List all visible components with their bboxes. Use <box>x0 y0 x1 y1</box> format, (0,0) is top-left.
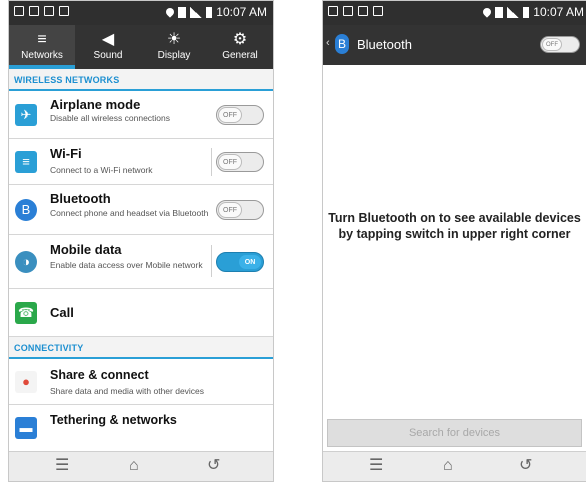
tab-label: Display <box>157 50 191 61</box>
setting-title: Wi-Fi <box>50 146 82 161</box>
toggle-state: OFF <box>218 154 242 170</box>
signal-icon <box>507 6 520 18</box>
signal-icon <box>190 6 203 18</box>
setting-subtitle: Connect phone and headset via Bluetooth <box>50 208 209 218</box>
gear-icon: ⚙ <box>232 31 248 48</box>
notification-icon <box>44 6 54 16</box>
page-title: Bluetooth <box>357 37 412 52</box>
tab-display[interactable]: ☀ Display <box>141 25 207 69</box>
mobile-data-icon: ◑ <box>15 251 37 273</box>
home-icon[interactable]: ⌂ <box>129 458 139 474</box>
divider <box>211 245 212 277</box>
bluetooth-off-message: Turn Bluetooth on to see available devic… <box>328 211 581 241</box>
status-bar: 10:07 AM <box>9 1 273 25</box>
tab-sound[interactable]: ◀ Sound <box>75 25 141 69</box>
bluetooth-icon: B <box>15 199 37 221</box>
app-bar: ‹ B Bluetooth OFF <box>323 25 586 65</box>
notification-icon <box>373 6 383 16</box>
back-icon[interactable]: ↺ <box>519 458 532 474</box>
notification-icon <box>343 6 353 16</box>
setting-subtitle: Enable data access over Mobile network <box>50 260 203 270</box>
wifi-icon: ≡ <box>37 31 47 48</box>
airplane-mode-toggle[interactable]: OFF <box>216 105 264 125</box>
chevron-left-icon[interactable]: ‹ <box>326 37 330 49</box>
setting-title: Call <box>50 305 74 320</box>
location-icon <box>481 6 493 18</box>
search-devices-button[interactable]: Search for devices <box>327 419 582 447</box>
settings-tab-bar: ≡ Networks ◀ Sound ☀ Display ⚙ General <box>9 25 273 69</box>
toggle-state: OFF <box>218 107 242 123</box>
nav-bar: ☰ ⌂ ↺ <box>323 451 586 481</box>
notification-icon <box>29 6 39 16</box>
menu-icon[interactable]: ☰ <box>55 458 69 474</box>
setting-title: Tethering & networks <box>50 413 177 427</box>
notification-icon <box>14 6 24 16</box>
brightness-icon: ☀ <box>166 31 182 48</box>
toggle-state: OFF <box>218 202 242 218</box>
data-icon <box>178 6 187 18</box>
tethering-icon: ▬ <box>15 417 37 439</box>
bluetooth-master-toggle[interactable]: OFF <box>540 36 580 53</box>
tab-label: Networks <box>21 50 63 61</box>
airplane-icon: ✈ <box>15 104 37 126</box>
section-header-connectivity: CONNECTIVITY <box>9 337 273 359</box>
mobile-data-toggle[interactable]: ON <box>216 252 264 272</box>
setting-call[interactable]: ☎ Call <box>9 289 273 337</box>
notification-icon <box>59 6 69 16</box>
bluetooth-icon: B <box>335 34 349 54</box>
setting-title: Airplane mode <box>50 97 141 112</box>
status-bar: 10:07 AM <box>323 1 586 25</box>
section-header-wireless: WIRELESS NETWORKS <box>9 69 273 91</box>
setting-bluetooth[interactable]: B Bluetooth Connect phone and headset vi… <box>9 185 273 235</box>
tab-label: Sound <box>93 50 123 61</box>
toggle-state: OFF <box>542 38 562 51</box>
speaker-icon: ◀ <box>101 31 115 48</box>
tab-general[interactable]: ⚙ General <box>207 25 273 69</box>
notification-icon <box>328 6 338 16</box>
tab-networks[interactable]: ≡ Networks <box>9 25 75 69</box>
toggle-state: ON <box>238 254 262 270</box>
nav-bar: ☰ ⌂ ↺ <box>9 451 273 481</box>
setting-subtitle: Disable all wireless connections <box>50 113 171 123</box>
setting-share-connect[interactable]: ● Share & connect Share data and media w… <box>9 359 273 405</box>
home-icon[interactable]: ⌂ <box>443 458 453 474</box>
notification-icon <box>358 6 368 16</box>
setting-subtitle: Connect to a Wi-Fi network <box>50 165 153 175</box>
battery-icon <box>206 6 213 18</box>
setting-mobile-data[interactable]: ◑ Mobile data Enable data access over Mo… <box>9 235 273 289</box>
setting-title: Mobile data <box>50 242 122 257</box>
tab-label: General <box>222 50 258 61</box>
setting-wifi[interactable]: ≡ Wi-Fi Connect to a Wi-Fi network OFF <box>9 139 273 185</box>
status-time: 10:07 AM <box>216 5 267 19</box>
data-icon <box>495 6 504 18</box>
wifi-toggle[interactable]: OFF <box>216 152 264 172</box>
share-icon: ● <box>15 371 37 393</box>
setting-title: Bluetooth <box>50 191 111 206</box>
divider <box>211 148 212 176</box>
battery-icon <box>523 6 530 18</box>
settings-screen: 10:07 AM ≡ Networks ◀ Sound ☀ Display ⚙ … <box>8 0 274 482</box>
bluetooth-toggle[interactable]: OFF <box>216 200 264 220</box>
back-icon[interactable]: ↺ <box>207 458 220 474</box>
setting-title: Share & connect <box>50 368 149 382</box>
location-icon <box>164 6 176 18</box>
setting-airplane-mode[interactable]: ✈ Airplane mode Disable all wireless con… <box>9 91 273 139</box>
setting-tethering[interactable]: ▬ Tethering & networks <box>9 405 273 445</box>
menu-icon[interactable]: ☰ <box>369 458 383 474</box>
status-time: 10:07 AM <box>533 5 584 19</box>
wifi-icon: ≡ <box>15 151 37 173</box>
phone-icon: ☎ <box>15 302 37 324</box>
bluetooth-screen: 10:07 AM ‹ B Bluetooth OFF Turn Bluetoot… <box>322 0 586 482</box>
setting-subtitle: Share data and media with other devices <box>50 386 205 396</box>
